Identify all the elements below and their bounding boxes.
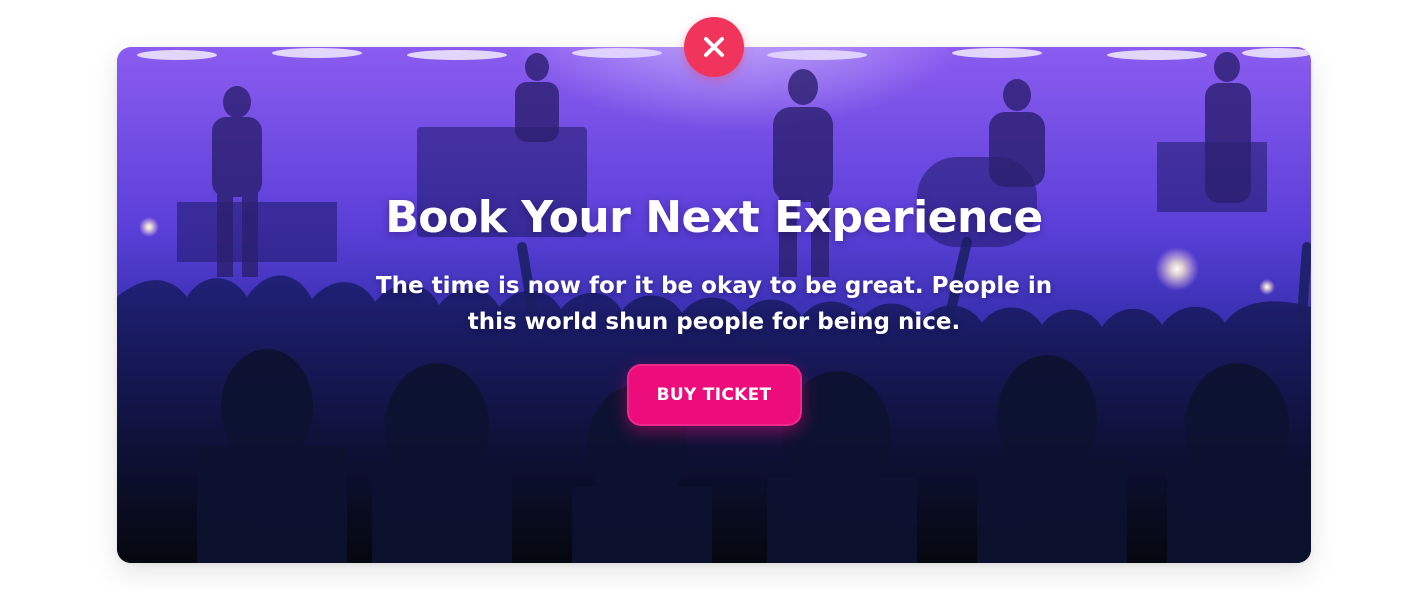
- page: Book Your Next Experience The time is no…: [0, 0, 1427, 589]
- modal-title: Book Your Next Experience: [385, 192, 1043, 243]
- hero-content: Book Your Next Experience The time is no…: [117, 47, 1311, 563]
- booking-modal: Book Your Next Experience The time is no…: [117, 47, 1311, 563]
- modal-subtitle: The time is now for it be okay to be gre…: [375, 273, 1053, 335]
- buy-ticket-button[interactable]: BUY TICKET: [626, 364, 802, 426]
- close-icon: [703, 36, 725, 58]
- close-button[interactable]: [684, 17, 744, 77]
